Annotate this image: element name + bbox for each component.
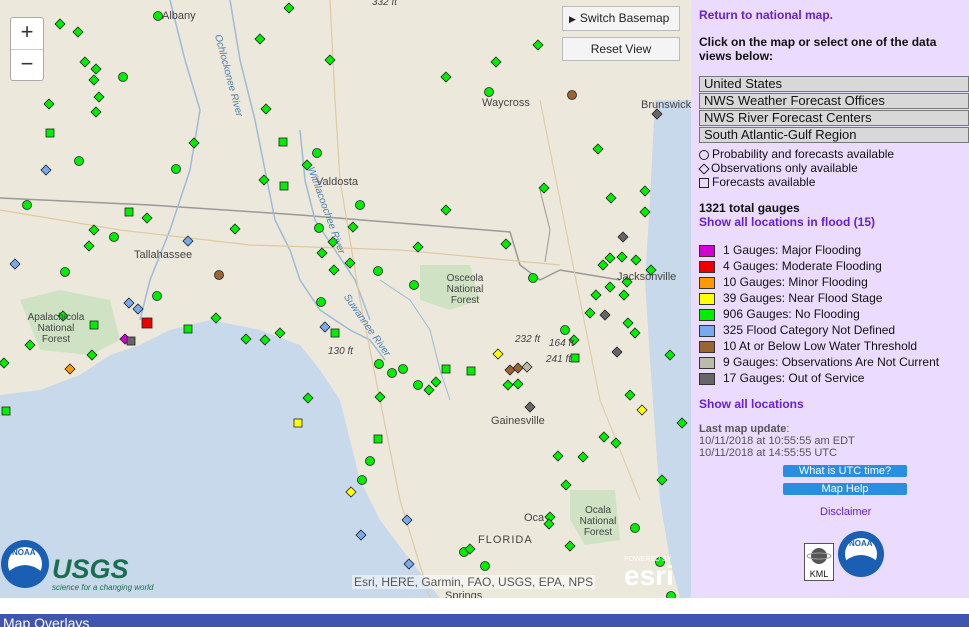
color-swatch — [699, 324, 715, 337]
legend-label: 9 Gauges: Observations Are Not Current — [723, 355, 940, 369]
map-area[interactable]: Albany Waycross Brunswick Valdosta Talla… — [0, 0, 691, 598]
symbol-key-square: Forecasts available — [699, 175, 815, 189]
legend-row[interactable]: 17 Gauges: Out of Service — [699, 370, 864, 386]
place-label: Waycross — [482, 97, 530, 109]
map-overlays-header[interactable]: Map Overlays — [0, 614, 969, 627]
esri-logo-text: esri — [624, 560, 674, 591]
legend-row[interactable]: 4 Gauges: Moderate Flooding — [699, 258, 882, 274]
view-united-states[interactable]: United States — [699, 76, 969, 92]
color-swatch — [699, 308, 715, 321]
place-label: Osceola National Forest — [446, 273, 484, 306]
symbol-key-circle: Probability and forecasts available — [699, 147, 894, 161]
instructions-text: Click on the map or select one of the da… — [699, 35, 937, 63]
place-label: Tallahassee — [134, 249, 193, 261]
symbol-label: Observations only available — [711, 161, 858, 175]
legend-row[interactable]: 1 Gauges: Major Flooding — [699, 242, 861, 258]
circle-icon — [699, 149, 709, 160]
usgs-tagline: science for a changing world — [52, 583, 154, 592]
disclaimer-link[interactable]: Disclaimer — [820, 506, 871, 518]
legend-row[interactable]: 10 Gauges: Minor Flooding — [699, 274, 868, 290]
zoom-control: + − — [10, 17, 44, 81]
return-national-link[interactable]: Return to national map. — [699, 8, 833, 22]
noaa-logo: NOAA — [0, 538, 50, 590]
elevation-label: 130 ft — [328, 346, 354, 357]
elevation-label: 241 ft — [546, 354, 572, 365]
usgs-logo-text: USGS — [52, 554, 129, 584]
esri-logo: POWERED BY esri — [624, 556, 674, 591]
noaa-logo-text: NOAA — [12, 548, 36, 557]
kml-icon[interactable]: KML — [804, 543, 834, 581]
elevation-label: 164 ft — [549, 338, 575, 349]
color-swatch — [699, 244, 715, 257]
legend-row[interactable]: 9 Gauges: Observations Are Not Current — [699, 354, 939, 370]
legend-label: 17 Gauges: Out of Service — [723, 371, 865, 385]
usgs-logo: USGS science for a changing world — [52, 554, 154, 593]
symbol-label: Probability and forecasts available — [712, 147, 895, 161]
symbol-label: Forecasts available — [712, 175, 816, 189]
view-wfo[interactable]: NWS Weather Forecast Offices — [699, 93, 969, 109]
bottom-spacer — [0, 598, 969, 614]
legend-row[interactable]: 325 Flood Category Not Defined — [699, 322, 895, 338]
place-label: Gainesville — [491, 415, 545, 427]
switch-basemap-label: Switch Basemap — [579, 11, 670, 25]
kml-label: KML — [809, 569, 829, 579]
noaa-icon[interactable]: NOAA — [837, 529, 885, 579]
color-swatch — [699, 372, 715, 385]
last-update-edt: 10/11/2018 at 10:55:55 am EDT — [699, 435, 855, 447]
legend-label: 1 Gauges: Major Flooding — [723, 243, 862, 257]
info-panel: Return to national map. Click on the map… — [691, 0, 969, 598]
color-swatch — [699, 276, 715, 289]
noaa-icon-text: NOAA — [849, 539, 873, 548]
map-attribution[interactable]: Esri, HERE, Garmin, FAO, USGS, EPA, NPS — [352, 575, 596, 589]
place-label: Albany — [162, 10, 196, 22]
elevation-label: 232 ft — [515, 334, 541, 345]
legend-row[interactable]: 10 At or Below Low Water Threshold — [699, 338, 917, 354]
view-region[interactable]: South Atlantic-Gulf Region — [699, 127, 969, 143]
switch-basemap-button[interactable]: ▶ Switch Basemap — [562, 6, 680, 31]
square-icon — [699, 177, 709, 188]
zoom-out-button[interactable]: − — [11, 49, 43, 81]
color-swatch — [699, 292, 715, 305]
color-swatch — [699, 260, 715, 273]
place-label: Oca — [524, 512, 545, 524]
zoom-in-button[interactable]: + — [11, 18, 43, 49]
last-update-utc: 10/11/2018 at 14:55:55 UTC — [699, 447, 838, 459]
place-label: Ocala National Forest — [579, 505, 617, 538]
legend-label: 10 Gauges: Minor Flooding — [723, 275, 868, 289]
last-update-heading: Last map update: — [699, 423, 790, 435]
play-icon: ▶ — [569, 14, 576, 24]
color-swatch — [699, 340, 715, 353]
place-label: Springs — [445, 590, 483, 598]
legend-label: 10 At or Below Low Water Threshold — [723, 339, 918, 353]
symbol-key-diamond: Observations only available — [698, 161, 858, 175]
legend-label: 4 Gauges: Moderate Flooding — [723, 259, 882, 273]
utc-time-button[interactable]: What is UTC time? — [783, 465, 907, 477]
elevation-label: 332 ft — [372, 0, 398, 8]
map-help-button[interactable]: Map Help — [783, 483, 907, 495]
place-label: FLORIDA — [478, 534, 533, 546]
place-label: Brunswick — [641, 99, 691, 111]
diamond-icon — [698, 163, 710, 175]
legend-label: 39 Gauges: Near Flood Stage — [723, 291, 883, 305]
legend-row[interactable]: 39 Gauges: Near Flood Stage — [699, 290, 882, 306]
color-swatch — [699, 356, 715, 369]
show-flood-link[interactable]: Show all locations in flood (15) — [699, 215, 875, 229]
legend-label: 906 Gauges: No Flooding — [723, 307, 860, 321]
show-all-locations-link[interactable]: Show all locations — [699, 397, 804, 411]
legend-label: 325 Flood Category Not Defined — [723, 323, 896, 337]
reset-view-button[interactable]: Reset View — [562, 37, 680, 61]
place-label: Apalachicola National Forest — [27, 312, 85, 345]
view-rfc[interactable]: NWS River Forecast Centers — [699, 110, 969, 126]
total-gauges: 1321 total gauges — [699, 201, 800, 215]
place-label: Jacksonville — [617, 271, 677, 283]
last-update-label: Last map update — [699, 423, 787, 435]
legend-row[interactable]: 906 Gauges: No Flooding — [699, 306, 860, 322]
